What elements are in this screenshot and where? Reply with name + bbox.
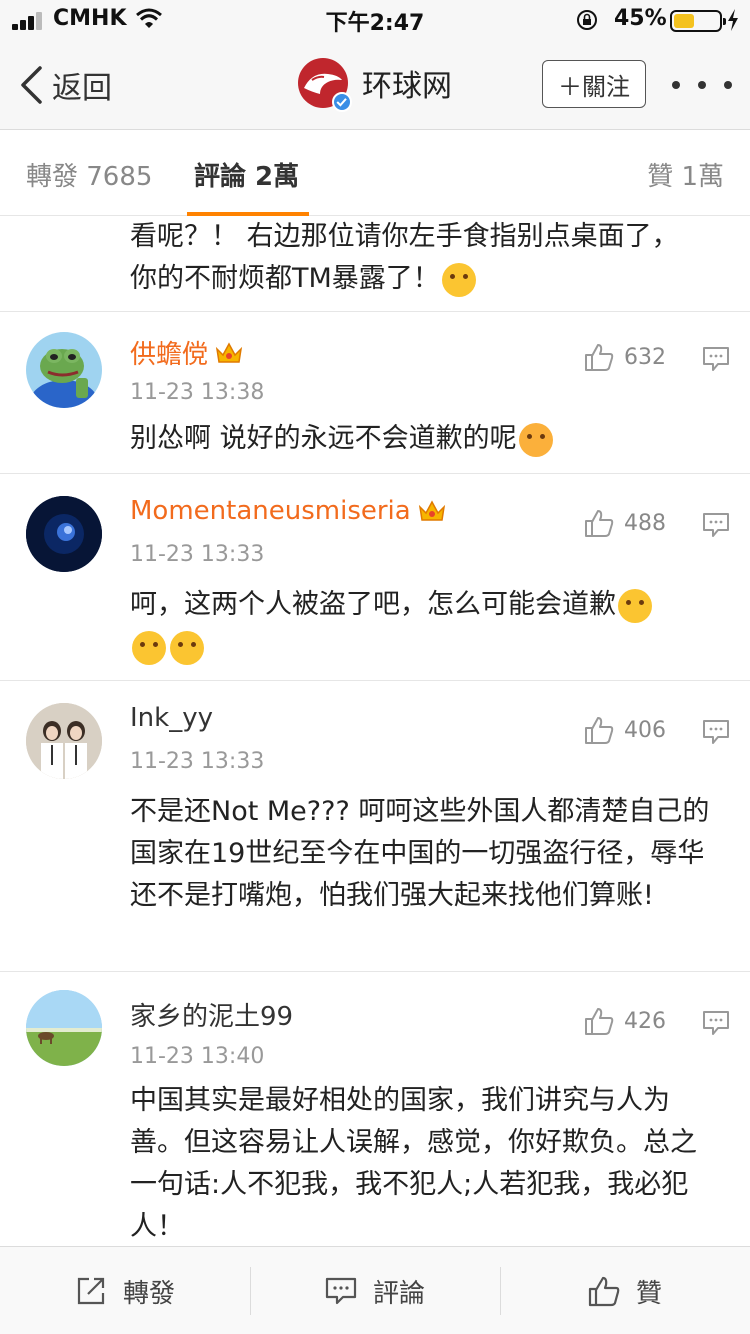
- like-post-button[interactable]: 贊: [500, 1247, 750, 1334]
- comment-timestamp: 11-23 13:40: [130, 1044, 265, 1069]
- rotation-lock-icon: [577, 10, 597, 30]
- battery-icon: [670, 10, 726, 32]
- comment-username[interactable]: 家乡的泥土99: [130, 996, 293, 1033]
- shy-emoji-icon: [518, 422, 553, 457]
- battery-percent: 45%: [614, 6, 667, 31]
- tab-repost[interactable]: 轉發 7685: [26, 156, 152, 193]
- like-button[interactable]: 426: [584, 1006, 666, 1036]
- more-options-icon[interactable]: [672, 70, 732, 100]
- comment-text: 看呢？！ 右边那位请你左手食指别点桌面了，你的不耐烦都TM暴露了！: [130, 216, 690, 300]
- thinking-emoji-icon: [170, 630, 204, 665]
- vip-crown-icon: [418, 500, 445, 521]
- tab-bar: 轉發 7685 評論 2萬 贊 1萬: [0, 130, 750, 216]
- share-icon: [77, 1277, 105, 1305]
- reply-icon[interactable]: [702, 346, 730, 372]
- reply-icon[interactable]: [702, 512, 730, 538]
- like-button[interactable]: 406: [584, 715, 666, 745]
- thumbs-up-icon: [585, 1008, 614, 1035]
- verified-badge-icon: [332, 92, 352, 112]
- thinking-emoji-icon: [132, 630, 166, 665]
- comment-continuation: 看呢？！ 右边那位请你左手食指别点桌面了，你的不耐烦都TM暴露了！: [0, 216, 750, 312]
- account-avatar: [298, 58, 352, 112]
- chevron-left-icon: [21, 66, 42, 104]
- tab-likes[interactable]: 贊 1萬: [647, 156, 724, 193]
- comment-timestamp: 11-23 13:33: [130, 542, 265, 567]
- user-avatar[interactable]: [26, 332, 102, 408]
- like-count: 426: [624, 1008, 666, 1034]
- comment-item: Momentaneusmiseria 11-23 13:33 488 呵，这两个…: [0, 474, 750, 681]
- repost-button[interactable]: 轉發: [0, 1247, 250, 1334]
- status-bar: CMHK 下午2:47 45%: [0, 0, 750, 40]
- comment-username[interactable]: Momentaneusmiseria: [130, 496, 447, 526]
- comment-feed[interactable]: 看呢？！ 右边那位请你左手食指别点桌面了，你的不耐烦都TM暴露了！ 供蟾傥 11…: [0, 216, 750, 1246]
- comment-text: 别怂啊 说好的永远不会道歉的呢: [130, 418, 720, 460]
- thumbs-up-icon: [585, 510, 614, 537]
- thumbs-up-icon: [588, 1276, 620, 1307]
- comment-item: Ink_yy 11-23 13:33 406 不是还Not Me??? 呵呵这些…: [0, 681, 750, 972]
- thinking-emoji-icon: [618, 588, 652, 623]
- vip-crown-icon: [215, 341, 243, 363]
- thumbs-up-icon: [585, 717, 614, 744]
- repost-label: 轉發: [122, 1278, 175, 1309]
- comment-username[interactable]: Ink_yy: [130, 703, 213, 733]
- comment-text: 不是还Not Me??? 呵呵这些外国人都清楚自己的国家在19世纪至今在中国的一…: [130, 796, 710, 911]
- account-header[interactable]: 环球网: [298, 58, 452, 112]
- bottom-toolbar: 轉發 評論 贊: [0, 1246, 750, 1334]
- like-button[interactable]: 488: [584, 508, 666, 538]
- comment-username[interactable]: 供蟾傥: [130, 334, 244, 371]
- laughing-emoji-icon: [441, 262, 476, 297]
- back-button[interactable]: 返回: [18, 62, 112, 108]
- comment-text: 呵，这两个人被盗了吧，怎么可能会道歉: [130, 584, 730, 668]
- follow-button[interactable]: ＋關注: [542, 60, 646, 108]
- comment-item: 供蟾傥 11-23 13:38 632 别怂啊 说好的永远不会道歉的呢: [0, 312, 750, 474]
- tab-comments[interactable]: 評論 2萬: [194, 156, 299, 193]
- like-count: 488: [624, 510, 666, 536]
- back-label: 返回: [52, 71, 112, 106]
- user-avatar[interactable]: [26, 496, 102, 572]
- nav-bar: 返回 环球网 ＋關注: [0, 40, 750, 130]
- comment-timestamp: 11-23 13:38: [130, 380, 265, 405]
- comment-timestamp: 11-23 13:33: [130, 749, 265, 774]
- like-count: 406: [624, 717, 666, 743]
- user-avatar[interactable]: [26, 990, 102, 1066]
- comment-item: 家乡的泥土99 11-23 13:40 426 中国其实是最好相处的国家，我们讲…: [0, 972, 750, 1246]
- like-count: 632: [624, 344, 666, 370]
- thumbs-up-icon: [585, 344, 614, 371]
- account-name: 环球网: [362, 69, 452, 104]
- reply-icon[interactable]: [702, 1010, 730, 1036]
- comment-label: 評論: [372, 1278, 425, 1309]
- comment-icon: [325, 1277, 357, 1305]
- reply-icon[interactable]: [702, 719, 730, 745]
- charging-icon: [728, 9, 738, 31]
- like-label: 贊: [635, 1278, 662, 1309]
- comment-button[interactable]: 評論: [250, 1247, 500, 1334]
- comment-text: 中国其实是最好相处的国家，我们讲究与人为善。但这容易让人误解，感觉，你好欺负。总…: [130, 1085, 697, 1242]
- user-avatar[interactable]: [26, 703, 102, 779]
- like-button[interactable]: 632: [584, 342, 666, 372]
